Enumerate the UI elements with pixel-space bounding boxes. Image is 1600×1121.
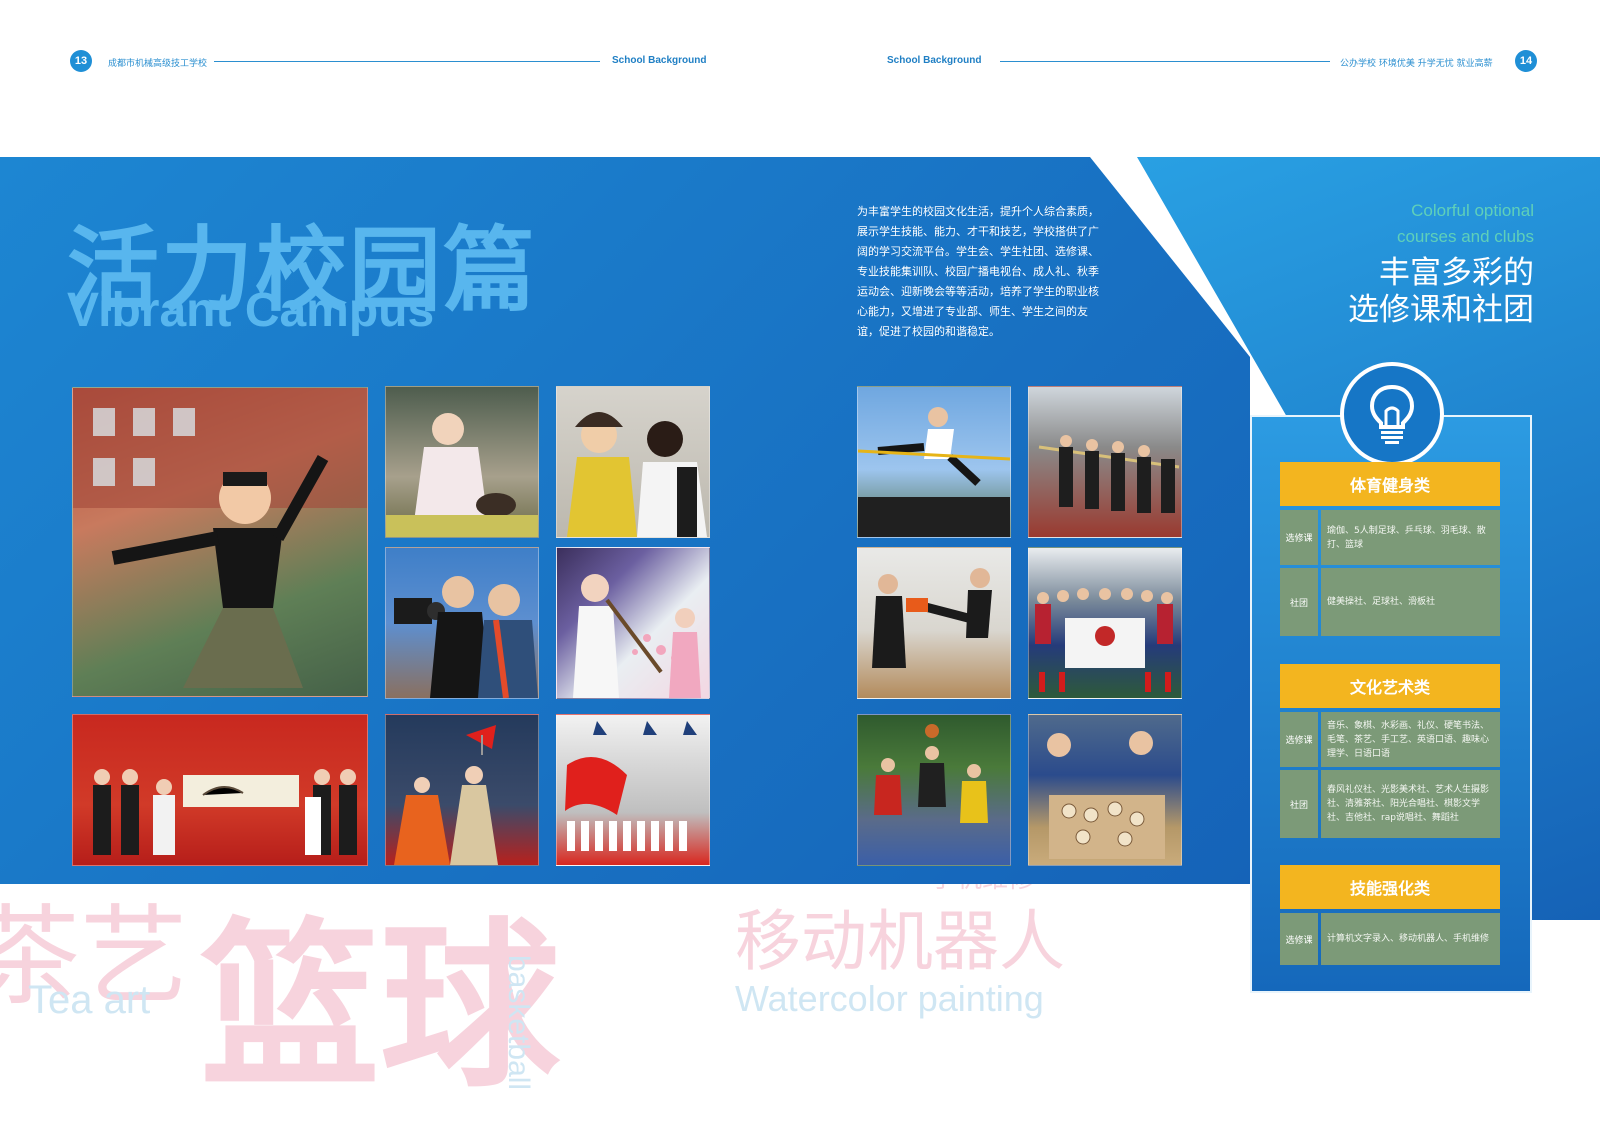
- stage-singing-photo: [385, 714, 539, 866]
- intro-paragraph: 为丰富学生的校园文化生活，提升个人综合素质，展示学生技能、能力、才干和技艺，学校…: [857, 205, 1099, 338]
- dance-photo: [72, 387, 368, 697]
- lightbulb-badge: [1340, 362, 1444, 466]
- tea-ceremony-photo: [385, 386, 539, 538]
- category-culture-art-header: 文化艺术类: [1280, 664, 1500, 708]
- right-slogan: 公办学校 环境优美 升学无忧 就业高薪: [1340, 59, 1493, 69]
- right-title-english: Colorful optional courses and clubs: [1314, 198, 1534, 250]
- sports-elective-text: 瑜伽、5人制足球、乒乓球、羽毛球、散打、篮球: [1321, 510, 1500, 565]
- banner-icon: [1035, 588, 1173, 692]
- person-icon: [567, 412, 707, 537]
- watermark-watercolor-en: Watercolor painting: [735, 978, 1044, 1019]
- runner-icon: [858, 407, 1010, 537]
- teapot-icon: [386, 413, 538, 537]
- sports-club-label: 社团: [1280, 568, 1318, 636]
- sports-elective-label: 选修课: [1280, 510, 1318, 565]
- left-section-title: School Background: [612, 55, 707, 66]
- watermark-basketball-en: basketball: [502, 955, 535, 1091]
- right-title-english-line1: Colorful optional: [1411, 201, 1534, 220]
- calligraphy-ceremony-photo: [72, 714, 368, 866]
- culture-club-label: 社团: [1280, 770, 1318, 838]
- scroll-icon: [93, 769, 357, 855]
- rope-icon: [1038, 435, 1180, 513]
- category-sports-header: 体育健身类: [1280, 462, 1500, 506]
- kick-icon: [872, 568, 992, 668]
- left-page-number: 13: [70, 50, 92, 72]
- page-title-english: Vibrant Campus: [67, 284, 435, 337]
- basketball-game-photo: [857, 714, 1011, 866]
- camera-club-photo: [385, 547, 539, 699]
- culture-elective-label: 选修课: [1280, 712, 1318, 767]
- parade-flag-photo: [556, 714, 710, 866]
- sports-club-text: 健美操社、足球社、滑板社: [1321, 568, 1500, 636]
- left-school-name: 成都市机械高级技工学校: [108, 59, 208, 69]
- flag-icon: [565, 721, 697, 851]
- right-title-chinese: 丰富多彩的 选修课和社团: [1274, 255, 1534, 329]
- martial-arts-photo: [857, 547, 1011, 699]
- tug-of-war-photo: [1028, 386, 1182, 538]
- camera-icon: [394, 576, 538, 698]
- right-title-english-line2: courses and clubs: [1396, 227, 1534, 246]
- chinese-chess-photo: [1028, 714, 1182, 866]
- category-skills-header: 技能强化类: [1280, 865, 1500, 909]
- flag-icon: [394, 725, 498, 865]
- football-team-photo: [1028, 547, 1182, 699]
- right-page-number: 14: [1515, 50, 1537, 72]
- dancer-icon: [73, 388, 367, 688]
- right-title-chinese-line1: 丰富多彩的: [1379, 255, 1534, 291]
- right-title-chinese-line2: 选修课和社团: [1348, 292, 1534, 328]
- ball-icon: [874, 724, 988, 823]
- right-section-title: School Background: [887, 55, 982, 66]
- watermark-teaart-en: Tea art: [28, 978, 151, 1022]
- culture-elective-text: 音乐、象棋、水彩画、礼仪、硬笔书法、毛笔、茶艺、手工艺、英语口语、趣味心理学、日…: [1321, 712, 1500, 767]
- skills-elective-label: 选修课: [1280, 913, 1318, 965]
- right-header-line: [1000, 61, 1330, 62]
- flute-icon: [573, 574, 701, 698]
- culture-club-text: 春风礼仪社、光影美术社、艺术人生摄影社、清雅茶社、阳光合唱社、棋影文学社、吉他社…: [1321, 770, 1500, 838]
- lightbulb-icon: [1369, 384, 1415, 444]
- high-jump-photo: [857, 386, 1011, 538]
- chess-icon: [1047, 731, 1165, 859]
- left-header-line: [214, 61, 600, 62]
- makeup-photo: [556, 386, 710, 538]
- flute-performance-photo: [556, 547, 710, 699]
- skills-elective-text: 计算机文字录入、移动机器人、手机维修: [1321, 913, 1500, 965]
- watermark-robot-cn: 移动机器人: [735, 903, 1065, 980]
